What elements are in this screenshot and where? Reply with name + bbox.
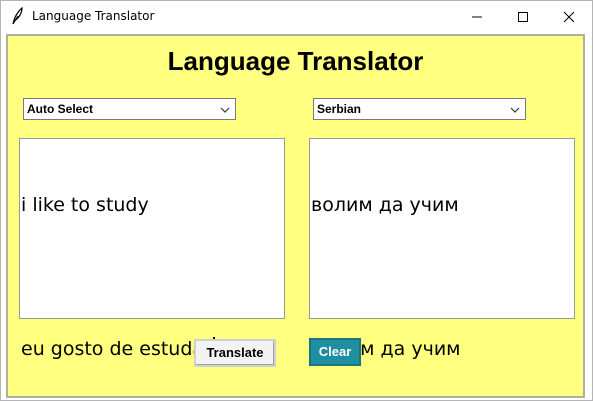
- clear-button[interactable]: Clear: [309, 338, 361, 366]
- main-panel: Language Translator Auto Select Serbian …: [6, 34, 585, 398]
- output-textarea[interactable]: волим да учим Волим да учим: [309, 138, 575, 360]
- app-window: Language Translator Language Translator …: [0, 0, 593, 401]
- feather-icon: [10, 6, 24, 25]
- translate-button[interactable]: Translate: [194, 339, 276, 367]
- minimize-button[interactable]: [454, 1, 500, 32]
- source-language-select[interactable]: Auto Select: [23, 98, 236, 120]
- window-title: Language Translator: [32, 9, 155, 23]
- chevron-down-icon[interactable]: [219, 102, 231, 114]
- close-button[interactable]: [546, 1, 592, 32]
- maximize-button[interactable]: [500, 1, 546, 32]
- input-line: eu gosto de estudar: [21, 338, 212, 360]
- close-icon: [563, 11, 575, 22]
- maximize-icon: [518, 11, 528, 22]
- page-title: Language Translator: [167, 46, 424, 76]
- chevron-down-icon[interactable]: [509, 102, 521, 114]
- input-line: i like to study: [21, 194, 149, 216]
- output-line: волим да учим: [311, 194, 459, 216]
- input-textarea[interactable]: i like to study eu gosto de estudar: [19, 138, 285, 360]
- target-language-value: Serbian: [317, 102, 362, 116]
- title-bar[interactable]: Language Translator: [1, 1, 592, 32]
- target-language-select[interactable]: Serbian: [313, 98, 526, 120]
- source-language-value: Auto Select: [27, 102, 94, 116]
- minimize-icon: [472, 16, 482, 17]
